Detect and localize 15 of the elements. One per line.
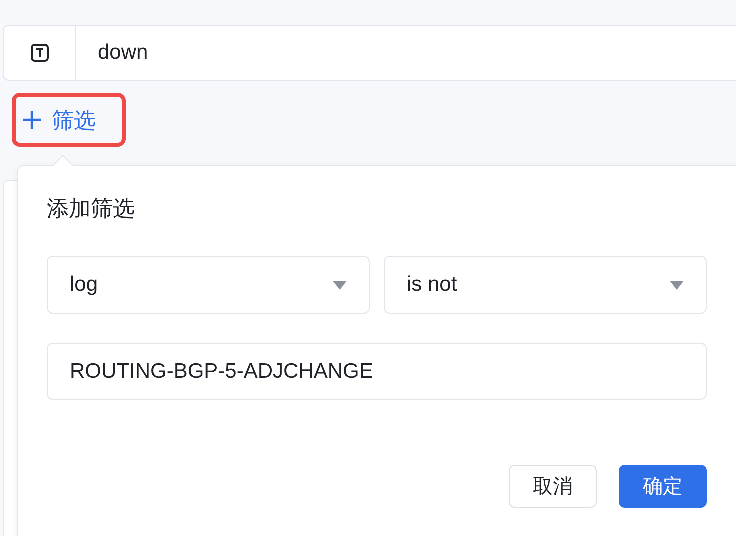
dropdown-caret-icon xyxy=(333,280,347,290)
select-value: log xyxy=(70,272,98,298)
add-filter-button[interactable]: 筛选 xyxy=(12,93,126,147)
search-field[interactable]: down xyxy=(3,25,736,81)
select-field[interactable]: is not xyxy=(384,256,707,314)
popover-title: 添加筛选 xyxy=(47,195,136,223)
cancel-button[interactable]: 取消 xyxy=(509,465,597,508)
select-field[interactable]: log xyxy=(47,256,370,314)
text-type-icon xyxy=(30,44,48,62)
search-text: down xyxy=(98,40,148,66)
confirm-button[interactable]: 确定 xyxy=(619,465,707,508)
select-value: is not xyxy=(407,272,458,298)
plus-icon xyxy=(22,110,42,130)
dropdown-caret-icon xyxy=(670,280,684,290)
value-input[interactable]: ROUTING-BGP-5-ADJCHANGE xyxy=(47,343,707,400)
